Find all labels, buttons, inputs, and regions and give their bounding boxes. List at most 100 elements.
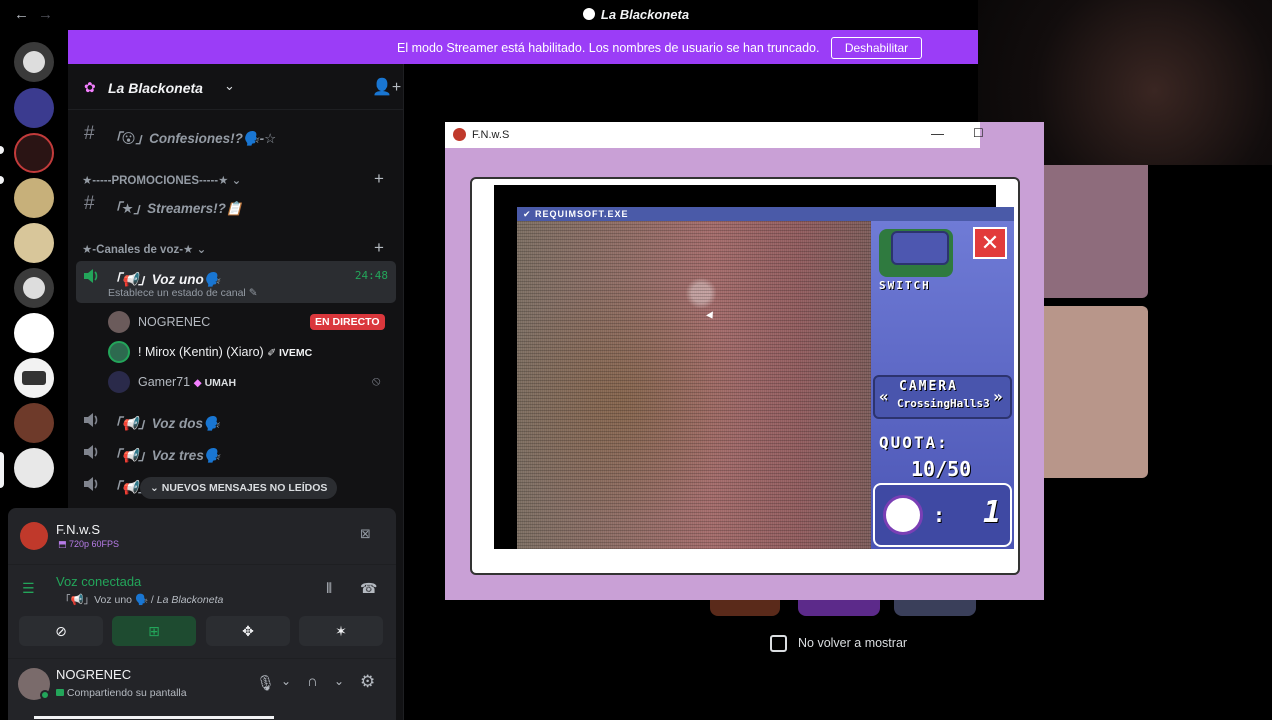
camera-feed: [517, 221, 871, 549]
server-boost-icon: ✿: [84, 79, 96, 95]
chevron-down-icon[interactable]: ⌄: [281, 674, 291, 688]
voice-server-name: La Blackoneta: [156, 594, 224, 606]
headphones-icon[interactable]: ∩: [307, 673, 318, 690]
app-icon: [453, 128, 466, 141]
avatar: [108, 341, 130, 363]
voice-channel-voz-uno[interactable]: 「📢」Voz uno🗣️ 24:48 Establece un estado d…: [76, 261, 396, 303]
username: NOGRENEC: [56, 667, 132, 682]
voice-channel-voz-tres[interactable]: 「📢」Voz tres🗣️: [76, 437, 396, 467]
channel-streamers[interactable]: # 「★」Streamers!?📋: [76, 190, 396, 220]
channel-status-text: Establece un estado de canal: [108, 287, 246, 299]
voice-user-name-text: ! Mirox (Kentin) (Xiaro): [138, 345, 264, 359]
next-camera-icon[interactable]: »: [993, 387, 1003, 406]
speaker-icon: [84, 445, 98, 459]
counter-value: 1: [983, 495, 1002, 530]
add-channel-icon[interactable]: +: [374, 238, 384, 258]
game-window: F.N.w.S — ☐ ✔ REQUIMSOFT.EXE ✕ SWITCH « …: [445, 122, 1044, 600]
background-card: [1044, 306, 1148, 478]
guild-name: La Blackoneta: [108, 80, 203, 96]
server-icon-4[interactable]: [14, 178, 54, 218]
voice-timer: 24:48: [354, 269, 388, 282]
camera-off-icon: ⊘: [55, 623, 67, 639]
chevron-down-icon[interactable]: ⌄: [224, 78, 235, 94]
voice-user-name: ! Mirox (Kentin) (Xiaro) ✐ IVEMC: [138, 345, 312, 359]
unread-pill-text: NUEVOS MENSAJES NO LEÍDOS: [161, 482, 328, 494]
mascot-icon: [883, 495, 923, 535]
divider: [8, 658, 396, 659]
server-icon-8[interactable]: [14, 358, 54, 398]
server-icon-la-blackoneta[interactable]: [14, 448, 54, 488]
switch-label[interactable]: SWITCH: [879, 279, 931, 292]
activities-button[interactable]: ✥: [206, 616, 290, 646]
camera-off-button[interactable]: ⊘: [19, 616, 103, 646]
voice-user-gamer71[interactable]: Gamer71 ◆ UMAH ⦸: [108, 368, 398, 396]
voice-user-mirox[interactable]: ! Mirox (Kentin) (Xiaro) ✐ IVEMC: [108, 338, 398, 366]
channel-name: 「★」Streamers!?📋: [108, 201, 243, 216]
disable-streamer-button[interactable]: Deshabilitar: [831, 37, 922, 59]
game-screen: ✔ REQUIMSOFT.EXE ✕ SWITCH « » CAMERA Cro…: [494, 185, 1014, 549]
camera-name: CrossingHalls3: [897, 397, 990, 410]
camera-header: ✔ REQUIMSOFT.EXE: [517, 207, 1014, 221]
pencil-icon: ✎: [248, 287, 258, 299]
server-icon-3[interactable]: [14, 133, 54, 173]
selected-indicator: [0, 452, 4, 488]
window-title-text: La Blackoneta: [600, 7, 690, 22]
screen-share-icon: ⊞: [148, 623, 160, 639]
guild-tag-text: UMAH: [204, 377, 237, 389]
voice-user-name: NOGRENEC: [138, 315, 211, 329]
close-icon[interactable]: ✕: [973, 227, 1007, 259]
voice-location[interactable]: 「📢」Voz uno 🗣️ / La Blackoneta: [60, 592, 223, 607]
category-label: ★-----PROMOCIONES-----★: [82, 175, 229, 187]
server-icon-2[interactable]: [14, 88, 54, 128]
user-status: Compartiendo su pantalla: [56, 687, 187, 699]
unread-messages-pill[interactable]: ⌄ NUEVOS MENSAJES NO LEÍDOS: [140, 477, 338, 499]
channel-confesiones[interactable]: # 「😮」Confesiones!?🗣️-☆: [76, 120, 396, 150]
guild-header[interactable]: ✿ La Blackoneta ⌄ 👤+: [68, 64, 404, 110]
prev-camera-icon[interactable]: «: [879, 387, 889, 406]
thumbnail[interactable]: [798, 600, 880, 616]
category-promociones[interactable]: ★-----PROMOCIONES-----★ ⌄: [82, 173, 241, 187]
add-channel-icon[interactable]: +: [374, 169, 384, 189]
server-icon-1[interactable]: [14, 42, 54, 82]
server-icon-6[interactable]: [14, 268, 54, 308]
hash-icon: #: [84, 123, 95, 144]
thumbnail[interactable]: [710, 600, 780, 616]
game-window-titlebar[interactable]: F.N.w.S — ☐: [445, 122, 984, 148]
camera-icon[interactable]: [891, 231, 949, 265]
server-icon-7[interactable]: [14, 313, 54, 353]
invite-people-icon[interactable]: 👤+: [372, 77, 401, 97]
channel-status[interactable]: Establece un estado de canal ✎: [108, 287, 258, 299]
noise-suppression-icon[interactable]: ⦀: [326, 580, 332, 597]
speaker-icon: [84, 269, 98, 283]
stream-quality-text: 720p 60FPS: [69, 539, 120, 549]
category-label: ★-Canales de voz-★: [82, 244, 194, 256]
chevron-down-icon[interactable]: ⌄: [334, 674, 344, 688]
activities-icon: ✥: [242, 623, 254, 639]
maximize-icon[interactable]: ☐: [973, 126, 984, 140]
unread-indicator: [0, 146, 4, 154]
muted-mic-icon: ⦸: [372, 373, 381, 388]
game-monitor-frame: ✔ REQUIMSOFT.EXE ✕ SWITCH « » CAMERA Cro…: [470, 177, 1020, 575]
minimize-icon[interactable]: —: [931, 126, 944, 141]
camera-header-text: REQUIMSOFT.EXE: [535, 209, 629, 219]
category-voz[interactable]: ★-Canales de voz-★ ⌄: [82, 242, 206, 256]
quota-label: QUOTA:: [879, 433, 949, 452]
taskbar-indicator: [34, 716, 274, 719]
screen-share-button[interactable]: ⊞: [112, 616, 196, 646]
server-icon-5[interactable]: [14, 223, 54, 263]
thumbnail[interactable]: [894, 600, 976, 616]
soundboard-button[interactable]: ✶: [299, 616, 383, 646]
guild-tag: ✐ IVEMC: [267, 347, 313, 359]
voice-channel-voz-dos[interactable]: 「📢」Voz dos🗣️: [76, 405, 396, 435]
server-icon-9[interactable]: [14, 403, 54, 443]
dont-show-checkbox[interactable]: [770, 635, 787, 652]
game-window-title: F.N.w.S: [472, 129, 510, 141]
divider: [8, 564, 396, 565]
stop-stream-icon[interactable]: ⊠: [360, 526, 371, 542]
disconnect-icon[interactable]: ☎: [360, 580, 377, 597]
hash-icon: #: [84, 193, 95, 214]
channel-name: 「📢」Voz uno🗣️: [108, 272, 221, 287]
voice-user-nogrenec[interactable]: NOGRENEC EN DIRECTO: [108, 308, 398, 336]
gear-icon[interactable]: ⚙: [360, 672, 375, 692]
microphone-icon[interactable]: 🎙: [256, 674, 275, 692]
